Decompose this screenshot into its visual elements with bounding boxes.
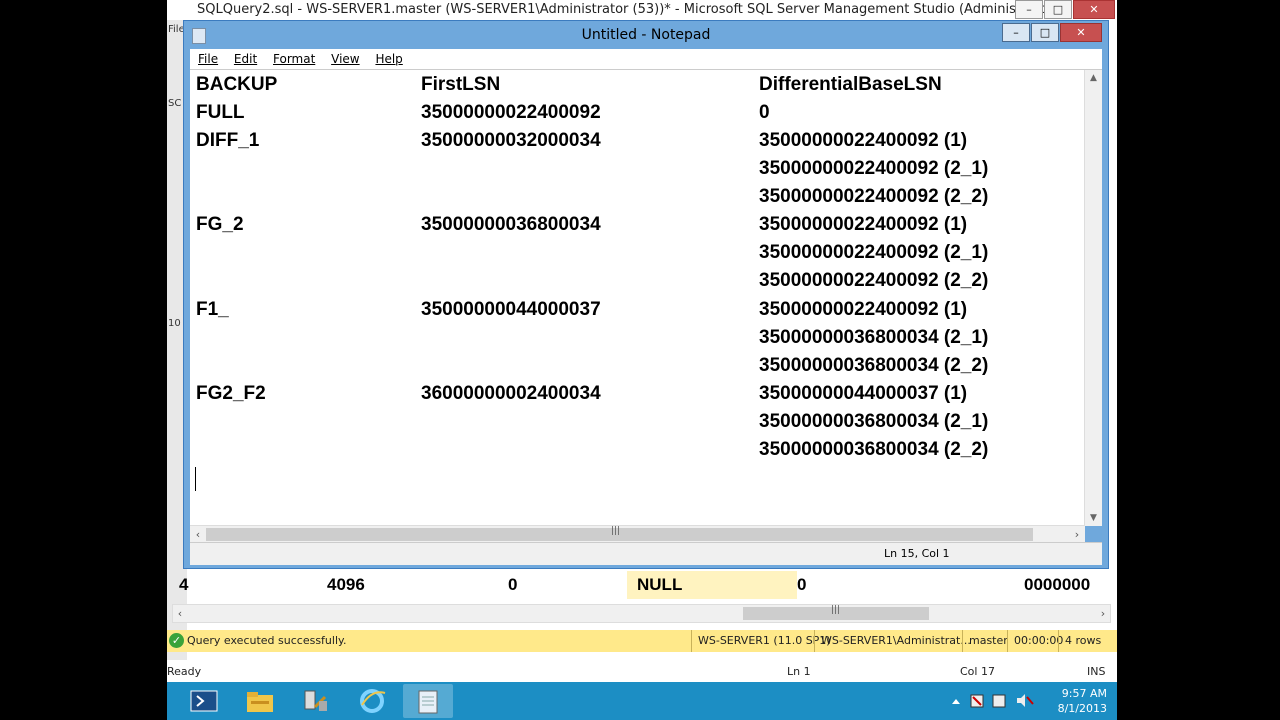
notepad-taskbar-icon[interactable] [403,684,453,718]
row-diff: 35000000022400092 (2_2) [759,270,989,291]
database-name: master [962,630,1008,652]
row-diff: 35000000036800034 (2_1) [759,327,989,348]
row-firstlsn: 35000000036800034 [421,214,601,235]
row-backup: FULL [196,102,245,123]
row-diff: 35000000022400092 (1) [759,130,968,151]
notepad-text-area[interactable]: BACKUP FirstLSN DifferentialBaseLSN FULL… [190,69,1102,526]
notepad-status-bar: Ln 15, Col 1 [190,542,1102,565]
row-backup: FG_2 [196,214,244,235]
menu-help[interactable]: Help [375,52,402,66]
ssms-status-bar: Ready Ln 1 Col 17 INS [167,662,1117,682]
ssms-line: Ln 1 [787,665,811,678]
success-check-icon: ✓ [169,633,184,648]
grid-cell[interactable]: 0000000 [1024,571,1090,599]
ssms-line-fragment: 10 [168,318,181,329]
ssms-maximize-button[interactable]: □ [1044,0,1072,19]
ssms-minimize-button[interactable]: – [1015,0,1043,19]
notepad-close-button[interactable]: ✕ [1060,23,1102,42]
header-firstlsn: FirstLSN [421,74,501,95]
notepad-icon [192,28,206,44]
desktop: SQLQuery2.sql - WS-SERVER1.master (WS-SE… [167,0,1117,720]
notepad-vertical-scrollbar[interactable]: ▲ ▼ [1084,70,1102,526]
clock-time: 9:57 AM [1061,687,1107,700]
ssms-column: Col 17 [960,665,995,678]
grid-cell[interactable]: 4 [179,571,188,599]
row-backup: FG2_F2 [196,383,266,404]
scroll-thumb[interactable]: ||| [206,526,1033,541]
ssms-title-bar: SQLQuery2.sql - WS-SERVER1.master (WS-SE… [167,0,1117,20]
notepad-maximize-button[interactable]: □ [1031,23,1059,42]
server-manager-icon[interactable] [291,684,341,718]
row-count: 4 rows [1058,630,1101,652]
notepad-minimize-button[interactable]: – [1002,23,1030,42]
scroll-left-icon[interactable]: ‹ [173,605,187,622]
row-diff: 35000000036800034 (2_1) [759,411,989,432]
row-diff: 35000000022400092 (1) [759,214,968,235]
notepad-title-bar: Untitled - Notepad – □ ✕ [184,21,1108,49]
scroll-right-icon[interactable]: › [1069,526,1085,543]
header-differentialbaselsn: DifferentialBaseLSN [759,74,942,95]
results-grid-row[interactable]: 4 4096 0 NULL 0 0000000 [167,571,1117,599]
menu-view[interactable]: View [331,52,359,66]
row-diff: 35000000022400092 (2_2) [759,186,989,207]
row-diff: 35000000036800034 (2_2) [759,439,989,460]
row-diff: 35000000022400092 (2_1) [759,158,989,179]
scroll-right-icon[interactable]: › [1096,605,1110,622]
notepad-horizontal-scrollbar[interactable]: ‹ ||| › [190,525,1085,543]
row-diff: 35000000044000037 (1) [759,383,968,404]
notepad-cursor-position: Ln 15, Col 1 [884,547,950,560]
grid-cell[interactable]: 4096 [327,571,365,599]
login-user: WS-SERVER1\Administrat... [814,630,971,652]
taskbar: 9:57 AM 8/1/2013 [167,682,1117,720]
powershell-icon[interactable] [179,684,229,718]
row-firstlsn: 35000000032000034 [421,130,601,151]
scroll-left-icon[interactable]: ‹ [190,526,206,543]
ssms-object-fragment: SC [168,98,182,109]
clock-date: 8/1/2013 [1057,702,1107,715]
row-diff: 35000000036800034 (2_2) [759,355,989,376]
header-backup: BACKUP [196,74,278,95]
notepad-window: Untitled - Notepad – □ ✕ File Edit Forma… [183,20,1109,569]
row-firstlsn: 35000000044000037 [421,299,601,320]
ssms-window-title: SQLQuery2.sql - WS-SERVER1.master (WS-SE… [197,2,1058,17]
scroll-up-icon[interactable]: ▲ [1085,70,1102,86]
row-diff: 0 [759,102,770,123]
ssms-close-button[interactable]: ✕ [1073,0,1115,19]
grid-cell[interactable]: 0 [508,571,517,599]
row-firstlsn: 36000000002400034 [421,383,601,404]
row-backup: DIFF_1 [196,130,260,151]
scroll-down-icon[interactable]: ▼ [1085,510,1102,526]
ssms-insert-mode: INS [1087,665,1106,678]
query-status-message: Query executed successfully. [187,634,347,647]
file-explorer-icon[interactable] [235,684,285,718]
ready-status: Ready [167,665,202,678]
menu-file[interactable]: File [198,52,218,66]
grid-cell[interactable]: 0 [797,571,806,599]
menu-format[interactable]: Format [273,52,315,66]
row-diff: 35000000022400092 (2_1) [759,242,989,263]
results-horizontal-scrollbar[interactable]: ‹ ||| › [172,604,1111,623]
system-tray: 9:57 AM 8/1/2013 [947,682,1117,720]
row-diff: 35000000022400092 (1) [759,299,968,320]
query-status-bar: ✓ Query executed successfully. WS-SERVER… [167,630,1117,652]
menu-edit[interactable]: Edit [234,52,257,66]
system-clock[interactable]: 9:57 AM 8/1/2013 [1047,686,1107,716]
elapsed-time: 00:00:00 [1007,630,1063,652]
grid-cell-null[interactable]: NULL [627,571,797,599]
text-caret [195,467,196,491]
row-backup: F1_ [196,299,229,320]
scroll-thumb[interactable]: ||| [743,605,929,620]
internet-explorer-icon[interactable] [347,684,397,718]
notepad-menu-bar: File Edit Format View Help [190,49,1102,69]
notepad-window-title: Untitled - Notepad [581,27,711,43]
row-firstlsn: 35000000022400092 [421,102,601,123]
server-version: WS-SERVER1 (11.0 SP1) [691,630,831,652]
